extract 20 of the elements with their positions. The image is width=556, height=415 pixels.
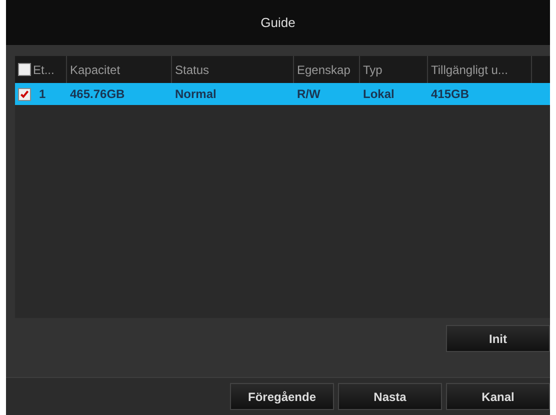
init-button[interactable]: Init	[446, 325, 550, 352]
footer-button[interactable]: Föregående	[230, 383, 334, 410]
row-checkbox[interactable]	[18, 88, 31, 100]
table-cell: 415GB	[431, 87, 470, 101]
column-header[interactable]: Tillgängligt u...	[431, 62, 508, 76]
table-cell: Normal	[175, 87, 216, 101]
footer-button[interactable]: Nasta	[338, 383, 442, 410]
footer-button[interactable]: Kanal	[446, 383, 550, 410]
column-header[interactable]: Et...	[33, 62, 54, 76]
table-row[interactable]: 1 465.76GB Normal R/W Lokal 415GB	[15, 83, 550, 105]
column-header[interactable]: Typ	[363, 62, 382, 76]
column-header[interactable]: Status	[175, 62, 210, 76]
table-cell: Lokal	[363, 87, 394, 101]
table-cell: 1	[39, 87, 46, 101]
column-header[interactable]: Egenskap	[297, 62, 350, 76]
table-cell: 465.76GB	[70, 87, 125, 101]
window-title: Guide	[6, 0, 550, 45]
column-header[interactable]: Kapacitet	[70, 62, 120, 76]
select-all-checkbox[interactable]	[18, 63, 31, 76]
table-cell: R/W	[297, 87, 320, 101]
